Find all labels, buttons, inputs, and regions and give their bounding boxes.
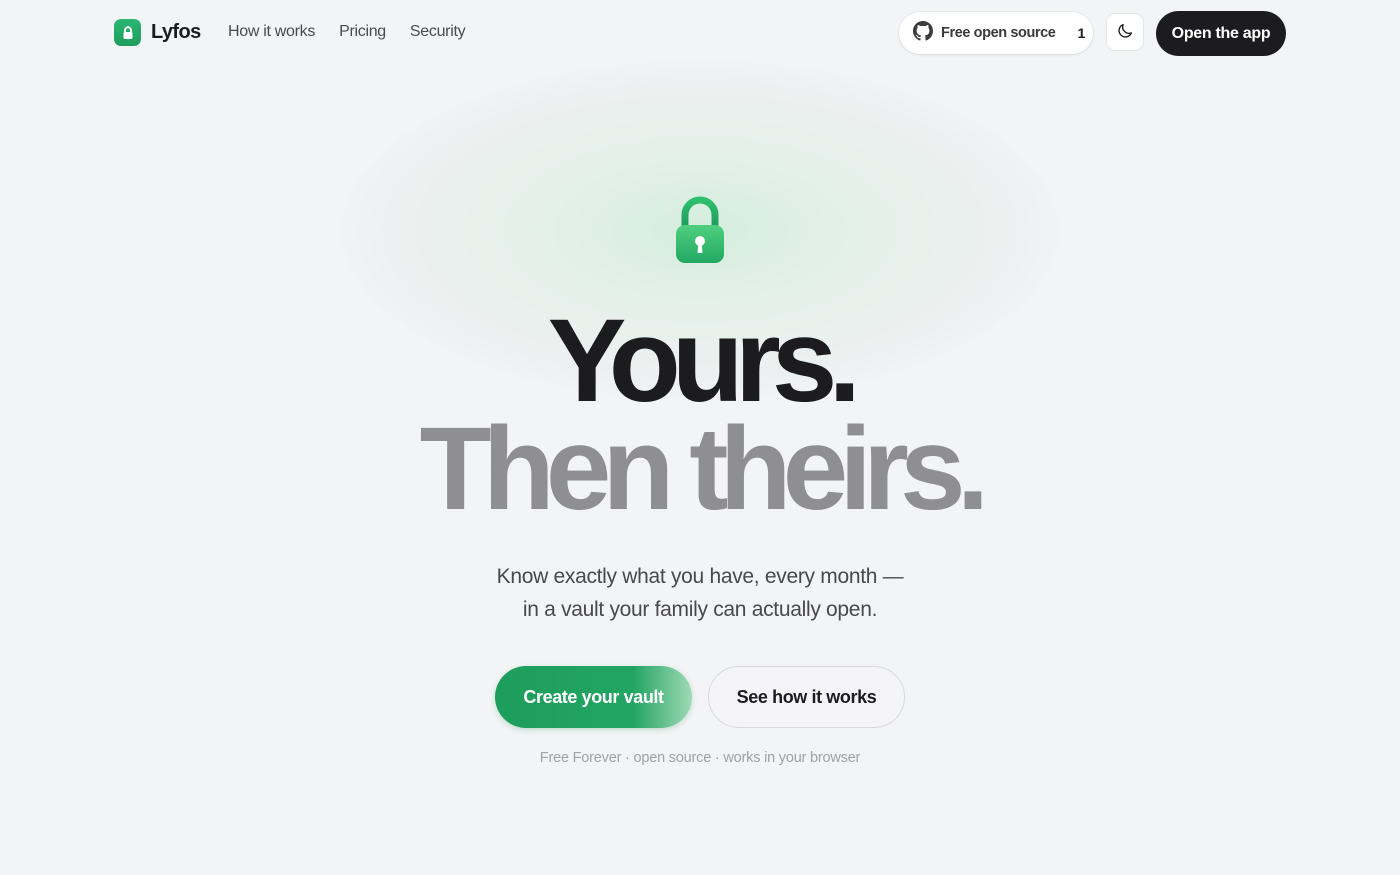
github-button[interactable]: Free open source 1 [899, 12, 1093, 54]
landing-page: Lyfos How it works Pricing Security Free… [0, 0, 1400, 875]
lock-icon [114, 19, 141, 46]
hero-subtitle-line: in a vault your family can actually open… [522, 598, 878, 621]
primary-nav: How it works Pricing Security [228, 23, 466, 41]
headline-secondary: Then theirs. [419, 403, 990, 535]
hero-fineprint: Free Forever · open source · works in yo… [539, 750, 861, 766]
moon-icon [1116, 22, 1134, 43]
github-label: Free open source [941, 25, 1056, 41]
brand-name: Lyfos [151, 21, 201, 43]
create-vault-button[interactable]: Create your vault [495, 666, 692, 728]
see-how-it-works-button[interactable]: See how it works [708, 666, 905, 728]
top-navigation: Lyfos How it works Pricing Security Free… [0, 0, 1400, 66]
nav-link-how-it-works[interactable]: How it works [228, 23, 315, 41]
hero-subtitle-line: Know exactly what you have, every month … [496, 565, 904, 588]
nav-link-pricing[interactable]: Pricing [339, 23, 386, 41]
padlock-icon [674, 196, 726, 266]
nav-link-security[interactable]: Security [410, 23, 466, 41]
github-icon [913, 20, 933, 46]
theme-toggle-button[interactable] [1106, 13, 1144, 51]
hero-subtitle: Know exactly what you have, every month … [0, 560, 1400, 626]
brand-logo-link[interactable]: Lyfos [114, 19, 201, 46]
github-star-count: 1 [1077, 25, 1086, 41]
open-app-button[interactable]: Open the app [1156, 11, 1286, 56]
